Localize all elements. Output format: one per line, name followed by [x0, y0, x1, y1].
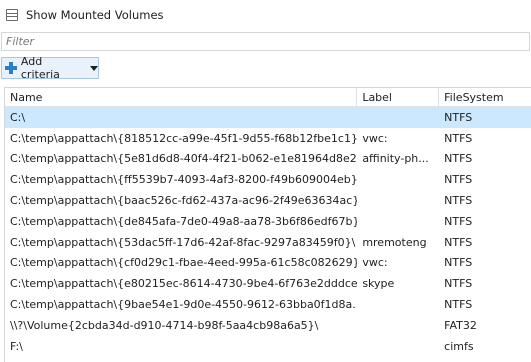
cell-name: C:\temp\appattach\{9bae54e1-9d0e-4550-96…	[10, 298, 358, 312]
cell-filesystem: NTFS	[444, 110, 473, 124]
table-row[interactable]: C:\temp\appattach\{ff5539b7-4093-4af3-82…	[5, 169, 531, 190]
cell-name: C:\temp\appattach\{5e81d6d8-40f4-4f21-b0…	[10, 152, 358, 166]
cell-label: vwc:	[362, 256, 388, 270]
cell-filesystem: NTFS	[444, 214, 473, 228]
cell-name: C:\temp\appattach\{baac526c-fd62-437a-ac…	[10, 194, 358, 208]
filter-input[interactable]: Filter	[1, 32, 530, 51]
caret-down-icon[interactable]	[90, 65, 98, 71]
filter-placeholder: Filter	[6, 35, 35, 48]
cell-name: C:\temp\appattach\{ff5539b7-4093-4af3-82…	[10, 173, 358, 187]
cell-name: C:\temp\appattach\{e80215ec-8614-4730-9b…	[10, 277, 358, 291]
cell-filesystem: NTFS	[444, 131, 473, 145]
table-header: Name Label FileSystem	[5, 88, 531, 107]
column-header-label[interactable]: Label	[357, 88, 440, 107]
cell-label: affinity-ph...	[362, 152, 429, 166]
table-row[interactable]: \\?\Volume{2cbda34d-d910-4714-b98f-5aa4c…	[5, 315, 531, 336]
volumes-table: Name Label FileSystem C:\ NTFS C:\temp\app…	[4, 87, 531, 362]
table-row[interactable]: C:\temp\appattach\{de845afa-7de0-49a8-aa…	[5, 211, 531, 232]
cell-label	[357, 336, 439, 357]
column-header-name[interactable]: Name	[5, 88, 358, 107]
cell-name: C:\temp\appattach\{818512cc-a99e-45f1-9d…	[10, 131, 358, 145]
cell-filesystem: FAT32	[444, 318, 477, 332]
add-criteria-button[interactable]: Add criteria	[1, 55, 99, 81]
cell-name: C:\	[10, 110, 26, 124]
cell-name: C:\temp\appattach\{cf0d29c1-fbae-4eed-99…	[10, 256, 358, 270]
cell-name: C:\temp\appattach\{de845afa-7de0-49a8-aa…	[10, 214, 358, 228]
cell-label: vwc:	[362, 131, 388, 145]
cell-filesystem: NTFS	[444, 173, 473, 187]
show-mounted-volumes-window: Show Mounted Volumes Filter Add criteria…	[0, 0, 531, 362]
table-row[interactable]: C:\temp\appattach\{e80215ec-8614-4730-9b…	[5, 273, 531, 294]
table-row[interactable]: C:\temp\appattach\{cf0d29c1-fbae-4eed-99…	[5, 253, 531, 274]
cell-label	[357, 169, 439, 190]
cell-filesystem: cimfs	[444, 339, 474, 353]
list-window-icon	[6, 9, 18, 21]
cell-name: \\?\Volume{2cbda34d-d910-4714-b98f-5aa4c…	[10, 318, 319, 332]
cell-label	[357, 190, 439, 211]
cell-filesystem: NTFS	[444, 277, 473, 291]
column-header-filesystem[interactable]: FileSystem	[439, 88, 531, 107]
table-row[interactable]: C:\temp\appattach\{9bae54e1-9d0e-4550-96…	[5, 294, 531, 315]
cell-filesystem: NTFS	[444, 298, 473, 312]
add-criteria-label: Add criteria	[20, 55, 60, 81]
table-row[interactable]: C:\temp\appattach\{5e81d6d8-40f4-4f21-b0…	[5, 149, 531, 170]
cell-label: mremoteng	[362, 235, 427, 249]
cell-label	[357, 294, 439, 315]
table-row[interactable]: C:\temp\appattach\{baac526c-fd62-437a-ac…	[5, 190, 531, 211]
cell-filesystem: NTFS	[444, 152, 473, 166]
cell-name: F:\	[10, 339, 23, 353]
table-row[interactable]: C:\temp\appattach\{818512cc-a99e-45f1-9d…	[5, 128, 531, 149]
cell-filesystem: NTFS	[444, 256, 473, 270]
table-row[interactable]: F:\ cimfs	[5, 336, 531, 357]
table-row[interactable]: C:\temp\appattach\{53dac5ff-17d6-42af-8f…	[5, 232, 531, 253]
title-bar: Show Mounted Volumes	[0, 0, 531, 30]
cell-label: skype	[362, 277, 395, 291]
cell-filesystem: NTFS	[444, 194, 473, 208]
cell-label	[357, 107, 439, 128]
cell-label	[357, 211, 439, 232]
window-title: Show Mounted Volumes	[26, 8, 164, 22]
plus-icon	[5, 62, 17, 74]
cell-label	[357, 315, 439, 336]
cell-name: C:\temp\appattach\{53dac5ff-17d6-42af-8f…	[10, 235, 356, 249]
table-row[interactable]: C:\ NTFS	[5, 107, 531, 128]
table-body: C:\ NTFS C:\temp\appattach\{818512cc-a99e-…	[5, 107, 531, 357]
cell-filesystem: NTFS	[444, 235, 473, 249]
